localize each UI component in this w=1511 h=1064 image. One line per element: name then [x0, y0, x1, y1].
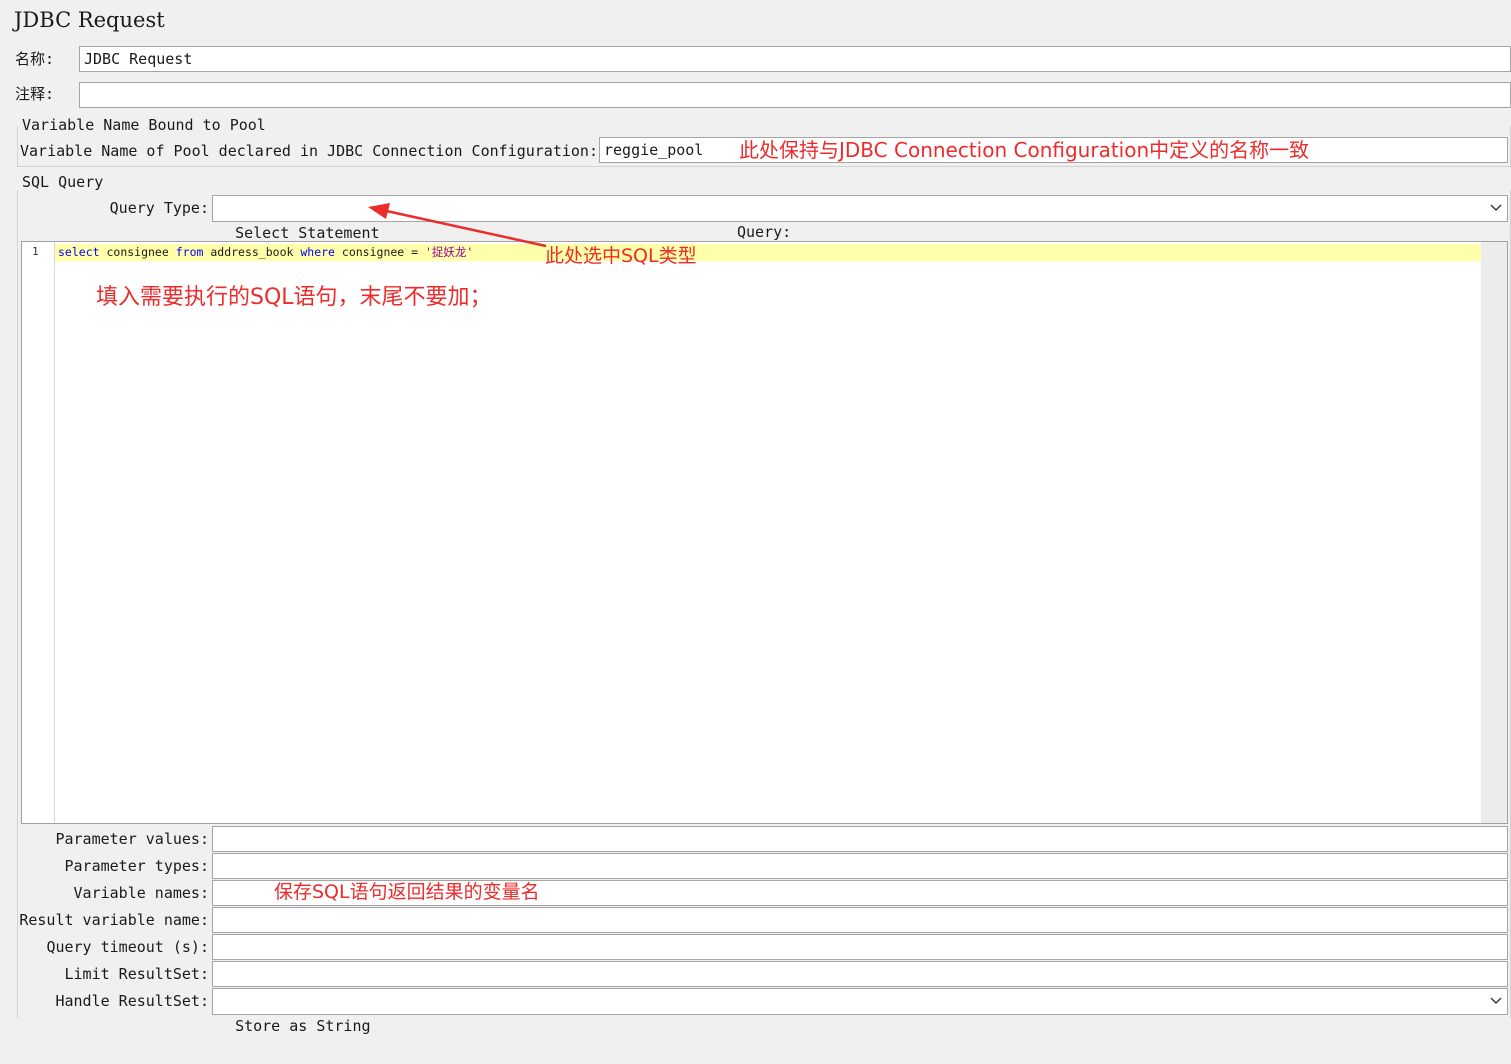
parameter-values-label: Parameter values: — [55, 830, 209, 848]
variable-names-annotation: 保存SQL语句返回结果的变量名 — [274, 881, 540, 903]
code-keyword: from — [175, 245, 204, 259]
result-variable-name-input[interactable] — [212, 907, 1508, 933]
query-type-label: Query Type: — [109, 199, 209, 217]
code-keyword: where — [300, 245, 335, 259]
pool-annotation: 此处保持与JDBC Connection Configuration中定义的名称… — [739, 138, 1310, 162]
code-text: address_book — [203, 245, 301, 259]
parameter-types-input[interactable] — [212, 853, 1508, 879]
name-label: 名称: — [15, 50, 55, 68]
variable-names-label: Variable names: — [73, 884, 209, 902]
query-annotation: 填入需要执行的SQL语句，末尾不要加； — [96, 285, 492, 310]
chevron-down-icon — [1490, 997, 1502, 1004]
query-timeout-input[interactable] — [212, 934, 1508, 960]
handle-resultset-label: Handle ResultSet: — [55, 992, 209, 1010]
panel-title: JDBC Request — [14, 8, 165, 32]
code-keyword: select — [58, 245, 100, 259]
handle-resultset-value: Store as String — [235, 1017, 371, 1035]
result-variable-name-label: Result variable name: — [19, 911, 209, 929]
line-number: 1 — [32, 245, 39, 258]
sql-section-title: SQL Query — [22, 172, 108, 192]
query-editor[interactable]: 1 select consignee from address_book whe… — [21, 241, 1508, 824]
chevron-down-icon — [1490, 204, 1502, 211]
pool-section-title: Variable Name Bound to Pool — [22, 115, 270, 135]
code-text: consignee — [99, 245, 176, 259]
comment-input[interactable] — [79, 82, 1511, 108]
limit-resultset-label: Limit ResultSet: — [64, 965, 210, 983]
query-type-value: Select Statement — [235, 224, 380, 242]
query-type-annotation: 此处选中SQL类型 — [545, 245, 697, 267]
annotation-arrow-icon — [368, 203, 547, 248]
parameter-types-label: Parameter types: — [64, 857, 210, 875]
pool-name-label: Variable Name of Pool declared in JDBC C… — [20, 142, 598, 160]
name-input[interactable]: JDBC Request — [79, 46, 1511, 72]
limit-resultset-input[interactable] — [212, 961, 1508, 987]
line-number-gutter: 1 — [22, 242, 55, 823]
comment-label: 注释: — [15, 85, 55, 103]
handle-resultset-select[interactable]: Store as String — [212, 988, 1508, 1035]
parameter-values-input[interactable] — [212, 826, 1508, 852]
query-timeout-label: Query timeout (s): — [46, 938, 209, 956]
editor-scrollbar[interactable] — [1481, 242, 1507, 823]
query-label: Query: — [737, 223, 792, 241]
